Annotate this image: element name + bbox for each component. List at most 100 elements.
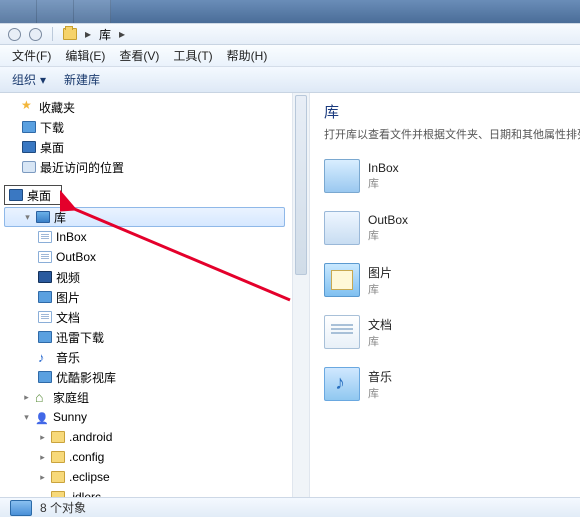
folder-icon: [38, 331, 52, 343]
tree-item[interactable]: 音乐: [4, 347, 291, 367]
titlebar-tab[interactable]: [74, 0, 111, 23]
scrollbar[interactable]: [292, 93, 309, 497]
menu-edit[interactable]: 编辑(E): [59, 45, 111, 66]
library-doc-icon: [324, 315, 360, 349]
tree-item[interactable]: 视频: [4, 267, 291, 287]
tree-libraries[interactable]: ▾库: [4, 207, 285, 227]
library-item[interactable]: InBox库: [324, 156, 494, 196]
tree-desktop-root[interactable]: 桌面: [4, 185, 62, 205]
library-item-type: 库: [368, 385, 392, 401]
status-bar: 8 个对象: [0, 497, 580, 517]
tree-favorites[interactable]: 收藏夹: [4, 97, 291, 117]
expand-icon[interactable]: ▸: [38, 452, 47, 463]
video-icon: [38, 271, 52, 283]
tree-downloads[interactable]: 下载: [4, 117, 291, 137]
library-outbox-icon: [324, 211, 360, 245]
breadcrumb-arrow-icon[interactable]: ▸: [119, 27, 125, 41]
tree-label: 家庭组: [53, 389, 89, 406]
library-item[interactable]: 音乐库: [324, 364, 494, 404]
tree-desktop[interactable]: 桌面: [4, 137, 291, 157]
scrollbar-thumb[interactable]: [295, 95, 307, 275]
library-item[interactable]: OutBox库: [324, 208, 494, 248]
status-text: 8 个对象: [40, 499, 86, 516]
tree-label: 最近访问的位置: [40, 159, 124, 176]
expand-icon[interactable]: ▾: [23, 212, 32, 223]
tree-label: InBox: [56, 230, 87, 244]
folder-icon: [51, 491, 65, 497]
titlebar-tab[interactable]: [37, 0, 74, 23]
menu-bar: 文件(F) 编辑(E) 查看(V) 工具(T) 帮助(H): [0, 45, 580, 67]
picture-icon: [38, 291, 52, 303]
library-item-type: 库: [368, 281, 392, 297]
navigation-pane: 收藏夹 下载 桌面 最近访问的位置 桌面 ▾库 InBox OutBox 视频 …: [0, 93, 310, 497]
tree-label: Sunny: [53, 410, 87, 424]
library-item[interactable]: 图片库: [324, 260, 494, 300]
tree-item[interactable]: InBox: [4, 227, 291, 247]
tree-label: 视频: [56, 269, 80, 286]
organize-button[interactable]: 组织 ▾: [8, 69, 50, 90]
tree-recent[interactable]: 最近访问的位置: [4, 157, 291, 177]
tree-label: 收藏夹: [39, 99, 75, 116]
menu-help[interactable]: 帮助(H): [221, 45, 274, 66]
expand-icon[interactable]: ▸: [38, 472, 47, 483]
tree-homegroup[interactable]: ▸ 家庭组: [4, 387, 291, 407]
nav-forward-button[interactable]: [29, 28, 42, 41]
library-music-icon: [324, 367, 360, 401]
window-titlebar: [0, 0, 580, 23]
library-icon: [36, 211, 50, 223]
tree-item[interactable]: ▸ .eclipse: [4, 467, 291, 487]
tree-label: .android: [69, 430, 112, 444]
desktop-icon: [22, 141, 36, 153]
tree-label: .idlerc: [69, 490, 101, 497]
library-item-name: 音乐: [368, 368, 392, 385]
expand-icon[interactable]: ▸: [38, 432, 47, 443]
tree-item[interactable]: ▸ .config: [4, 447, 291, 467]
tree-item[interactable]: ▸ .android: [4, 427, 291, 447]
homegroup-icon: [35, 391, 49, 403]
tree-item[interactable]: 文档: [4, 307, 291, 327]
tree-label: .config: [69, 450, 104, 464]
library-item-name: 图片: [368, 264, 392, 281]
tree-item[interactable]: OutBox: [4, 247, 291, 267]
tree-user[interactable]: ▾ Sunny: [4, 407, 291, 427]
folder-icon: [51, 451, 65, 463]
library-pic-icon: [324, 263, 360, 297]
breadcrumb-arrow-icon: ▸: [85, 27, 91, 41]
folder-icon: [51, 471, 65, 483]
library-item[interactable]: 文档库: [324, 312, 494, 352]
page-subtitle: 打开库以查看文件并根据文件夹、日期和其他属性排列这些文件。: [324, 126, 580, 142]
desktop-icon: [9, 189, 23, 201]
tree-item[interactable]: 图片: [4, 287, 291, 307]
expand-icon[interactable]: ▾: [22, 412, 31, 423]
separator: [52, 27, 53, 41]
menu-file[interactable]: 文件(F): [6, 45, 57, 66]
menu-view[interactable]: 查看(V): [113, 45, 165, 66]
star-icon: [21, 101, 35, 113]
tree-label: 库: [54, 209, 66, 226]
toolbar: 组织 ▾ 新建库: [0, 67, 580, 93]
tree-label: 迅雷下载: [56, 329, 104, 346]
address-bar: ▸ 库 ▸: [0, 23, 580, 45]
expand-icon[interactable]: ▸: [22, 392, 31, 403]
tree-label: 桌面: [40, 139, 64, 156]
library-item-name: 文档: [368, 316, 392, 333]
document-icon: [38, 311, 52, 323]
library-item-type: 库: [368, 175, 399, 191]
folder-icon: [63, 28, 77, 40]
library-icon: [10, 500, 32, 516]
folder-icon: [38, 231, 52, 243]
breadcrumb[interactable]: 库: [99, 26, 111, 43]
library-inbox-icon: [324, 159, 360, 193]
nav-back-button[interactable]: [8, 28, 21, 41]
folder-icon: [38, 251, 52, 263]
tree-item[interactable]: 优酷影视库: [4, 367, 291, 387]
folder-icon: [38, 371, 52, 383]
tree-item[interactable]: 迅雷下载: [4, 327, 291, 347]
tree-item[interactable]: .idlerc: [4, 487, 291, 497]
new-library-button[interactable]: 新建库: [60, 69, 104, 90]
page-title: 库: [324, 101, 580, 122]
tree-label: .eclipse: [69, 470, 110, 484]
tree-label: OutBox: [56, 250, 96, 264]
menu-tools[interactable]: 工具(T): [167, 45, 218, 66]
titlebar-tab[interactable]: [0, 0, 37, 23]
